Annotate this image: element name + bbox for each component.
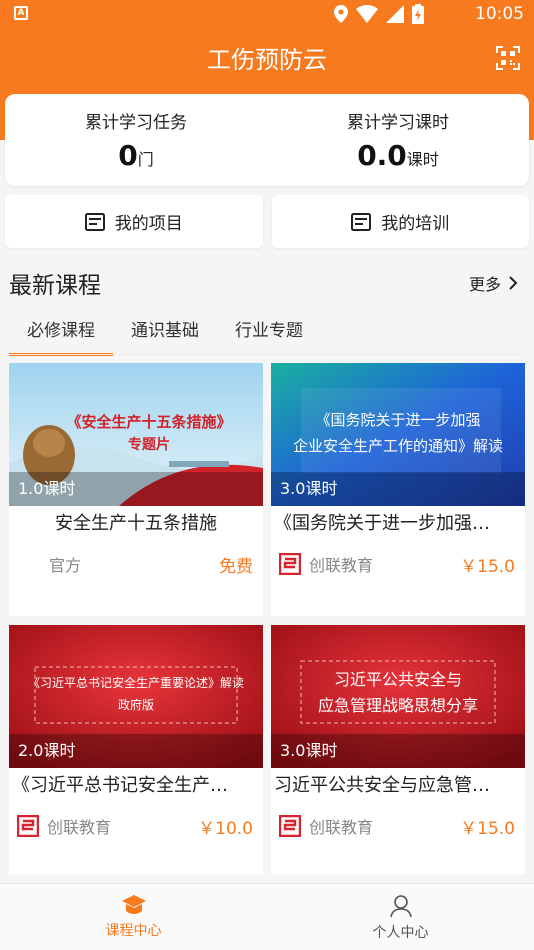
my-training-button[interactable]: 我的培训: [271, 195, 529, 248]
stat-unit: 课时: [406, 150, 439, 169]
provider-name: 官方: [49, 556, 82, 575]
course-hours: 1.0课时: [9, 472, 263, 506]
signal-icon: [386, 5, 404, 23]
provider-name: 创联教育: [309, 556, 374, 575]
wifi-icon: [356, 5, 378, 23]
course-card[interactable]: 《国务院关于进一步加强 企业安全生产工作的通知》解读 3.0课时 《国务院关于进…: [271, 363, 525, 616]
stat-number: 0: [118, 139, 138, 172]
thumb-line2: 政府版: [118, 697, 154, 712]
bottom-nav: 课程中心 个人中心: [0, 883, 534, 950]
thumb-line1: 《国务院关于进一步加强: [315, 411, 480, 429]
course-card[interactable]: 《习近平总书记安全生产重要论述》解读 政府版 2.0课时 《习近平总书记安全生产…: [9, 625, 263, 875]
provider-logo-icon: [17, 815, 39, 837]
course-provider: 创联教育: [279, 814, 373, 838]
provider-name: 创联教育: [309, 818, 374, 837]
button-label: 我的培训: [381, 214, 450, 234]
nav-course-center[interactable]: 课程中心: [0, 884, 267, 950]
graduation-cap-icon: [121, 895, 146, 914]
course-price: 免费: [219, 557, 253, 577]
thumb-line2: 专题片: [128, 436, 170, 453]
course-card[interactable]: 《安全生产十五条措施》 专题片 1.0课时 安全生产十五条措施 官方 免费: [9, 363, 263, 616]
status-icons: [334, 4, 424, 24]
qr-scan-icon[interactable]: [496, 46, 520, 70]
provider-name: 创联教育: [47, 818, 112, 837]
list-icon: [351, 212, 372, 231]
course-price: ￥10.0: [198, 819, 253, 839]
more-link[interactable]: 更多: [469, 271, 518, 295]
course-provider: 创联教育: [279, 552, 373, 576]
stat-value-row: 0门: [5, 139, 267, 172]
course-thumbnail: 《习近平总书记安全生产重要论述》解读 政府版 2.0课时: [9, 625, 263, 768]
course-provider: 官方: [49, 552, 81, 576]
course-card[interactable]: 习近平公共安全与 应急管理战略思想分享 3.0课时 习近平公共安全与应急管… 创…: [271, 625, 525, 875]
provider-logo-icon: [279, 815, 301, 837]
course-title: 习近平公共安全与应急管…: [274, 775, 490, 796]
stat-number: 0.0: [357, 139, 407, 172]
location-icon: [334, 5, 348, 23]
list-icon: [84, 212, 105, 231]
thumb-line2: 应急管理战略思想分享: [318, 696, 478, 715]
quick-actions: 我的项目 我的培训: [5, 195, 529, 248]
stat-label: 累计学习任务: [85, 113, 187, 133]
course-thumbnail: 习近平公共安全与 应急管理战略思想分享 3.0课时: [271, 625, 525, 768]
chevron-right-icon: [509, 276, 518, 290]
course-hours: 3.0课时: [271, 734, 525, 768]
user-icon: [389, 895, 412, 918]
more-label: 更多: [468, 275, 501, 294]
nav-label: 个人中心: [372, 925, 429, 941]
stats-card: 累计学习任务 0门 累计学习课时 0.0课时: [5, 94, 529, 186]
button-label: 我的项目: [114, 214, 183, 234]
section-title: 最新课程: [9, 273, 101, 299]
tab-industry-topics[interactable]: 行业专题: [217, 312, 321, 354]
course-price: ￥15.0: [460, 819, 515, 839]
status-bar: A 10:05: [0, 0, 534, 28]
course-provider: 创联教育: [17, 814, 111, 838]
thumb-line1: 习近平公共安全与: [334, 670, 462, 689]
tab-general-basics[interactable]: 通识基础: [113, 312, 217, 354]
course-hours: 2.0课时: [9, 734, 263, 768]
course-title: 安全生产十五条措施: [55, 513, 217, 534]
stat-value-row: 0.0课时: [267, 139, 529, 172]
course-title: 《国务院关于进一步加强…: [274, 513, 490, 534]
page-title: 工伤预防云: [207, 46, 327, 74]
course-price: ￥15.0: [460, 557, 515, 577]
tab-required[interactable]: 必修课程: [9, 312, 113, 356]
stat-unit: 门: [137, 150, 154, 169]
thumb-line1: 《安全生产十五条措施》: [66, 413, 231, 431]
status-time: 10:05: [475, 4, 524, 24]
nav-label: 课程中心: [105, 923, 162, 939]
course-hours: 3.0课时: [271, 472, 525, 506]
nav-personal-center[interactable]: 个人中心: [267, 884, 534, 950]
thumb-line1: 《习近平总书记安全生产重要论述》解读: [28, 675, 244, 690]
course-thumbnail: 《安全生产十五条措施》 专题片 1.0课时: [9, 363, 263, 506]
course-thumbnail: 《国务院关于进一步加强 企业安全生产工作的通知》解读 3.0课时: [271, 363, 525, 506]
my-projects-button[interactable]: 我的项目: [5, 195, 263, 248]
stat-label: 累计学习课时: [347, 113, 449, 133]
course-title: 《习近平总书记安全生产…: [12, 775, 228, 796]
stat-learning-tasks: 累计学习任务 0门: [5, 94, 267, 186]
course-tabs: 必修课程 通识基础 行业专题: [9, 312, 321, 356]
thumb-line2: 企业安全生产工作的通知》解读: [293, 437, 503, 455]
stat-learning-hours: 累计学习课时 0.0课时: [267, 94, 529, 186]
battery-icon: [412, 4, 424, 24]
tabs-divider: [9, 354, 525, 355]
provider-logo-icon: [279, 553, 301, 575]
notification-icon: A: [14, 6, 28, 20]
